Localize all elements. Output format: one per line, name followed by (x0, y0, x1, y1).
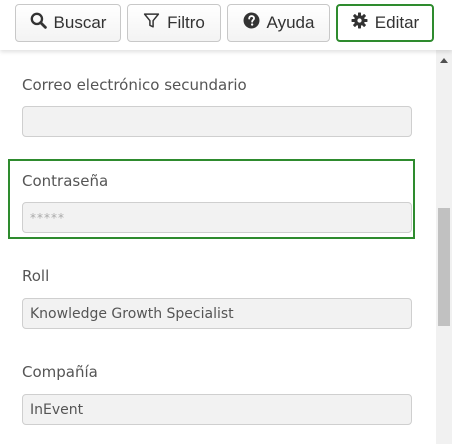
secondary-email-label: Correo electrónico secundario (22, 76, 247, 94)
scrollbar[interactable] (436, 50, 452, 444)
role-input[interactable]: Knowledge Growth Specialist (22, 298, 412, 329)
edit-button[interactable]: Editar (336, 4, 434, 42)
company-label: Compañía (22, 363, 98, 381)
scroll-up-arrow-icon[interactable] (440, 58, 448, 63)
gear-icon (351, 12, 368, 34)
search-icon (30, 12, 47, 34)
filter-button-label: Filtro (167, 13, 205, 32)
filter-button[interactable]: Filtro (127, 4, 221, 42)
help-button-label: Ayuda (266, 13, 315, 32)
role-label: Roll (22, 267, 50, 285)
scrollbar-thumb[interactable] (438, 208, 450, 326)
search-button[interactable]: Buscar (15, 4, 121, 42)
search-button-label: Buscar (53, 13, 107, 32)
password-input[interactable]: ***** (22, 202, 412, 233)
form-panel: Correo electrónico secundario Contraseña… (0, 50, 436, 444)
help-button[interactable]: Ayuda (227, 4, 330, 42)
question-circle-icon (243, 12, 260, 34)
secondary-email-input[interactable] (22, 106, 412, 137)
toolbar: Buscar Filtro Ayuda Editar (0, 0, 452, 50)
filter-icon (143, 12, 160, 34)
password-label: Contraseña (22, 172, 109, 190)
edit-button-label: Editar (374, 13, 420, 32)
company-input[interactable]: InEvent (22, 394, 412, 425)
